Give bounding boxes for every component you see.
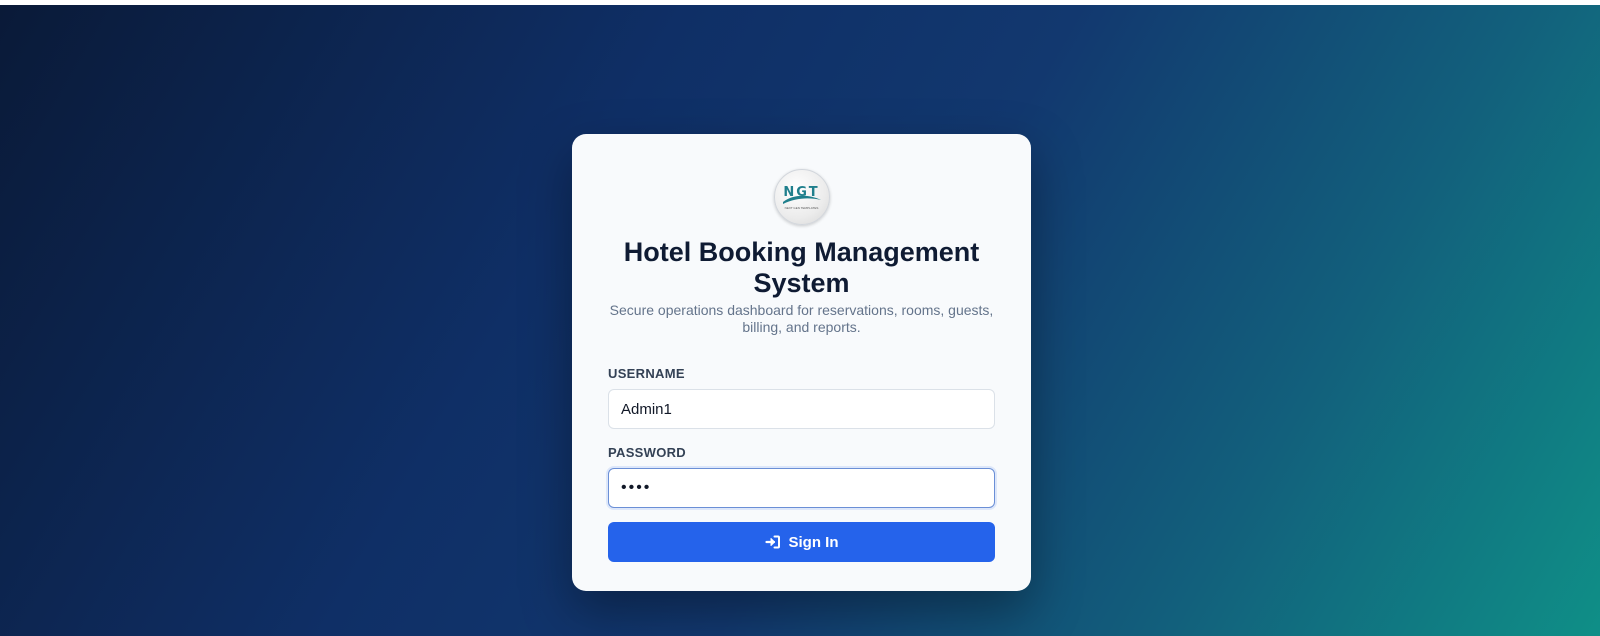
password-label: PASSWORD [608, 445, 686, 460]
brand-logo: NGT NEXT GEN TEMPLATES [773, 169, 830, 225]
login-page: NGT NEXT GEN TEMPLATES Hotel Booking Man… [0, 0, 1600, 636]
logo-container: NGT NEXT GEN TEMPLATES [608, 169, 995, 225]
sign-in-button[interactable]: Sign In [608, 522, 995, 562]
sign-in-icon [764, 535, 780, 549]
page-title: Hotel Booking Management System [623, 237, 980, 298]
logo-swoosh-icon [782, 195, 821, 204]
page-subtitle: Secure operations dashboard for reservat… [609, 302, 994, 335]
password-input[interactable] [608, 468, 995, 508]
username-input[interactable] [608, 389, 995, 429]
logo-subtext: NEXT GEN TEMPLATES [784, 206, 819, 210]
login-card: NGT NEXT GEN TEMPLATES Hotel Booking Man… [572, 134, 1031, 591]
sign-in-label: Sign In [788, 533, 839, 551]
username-label: USERNAME [608, 366, 685, 381]
